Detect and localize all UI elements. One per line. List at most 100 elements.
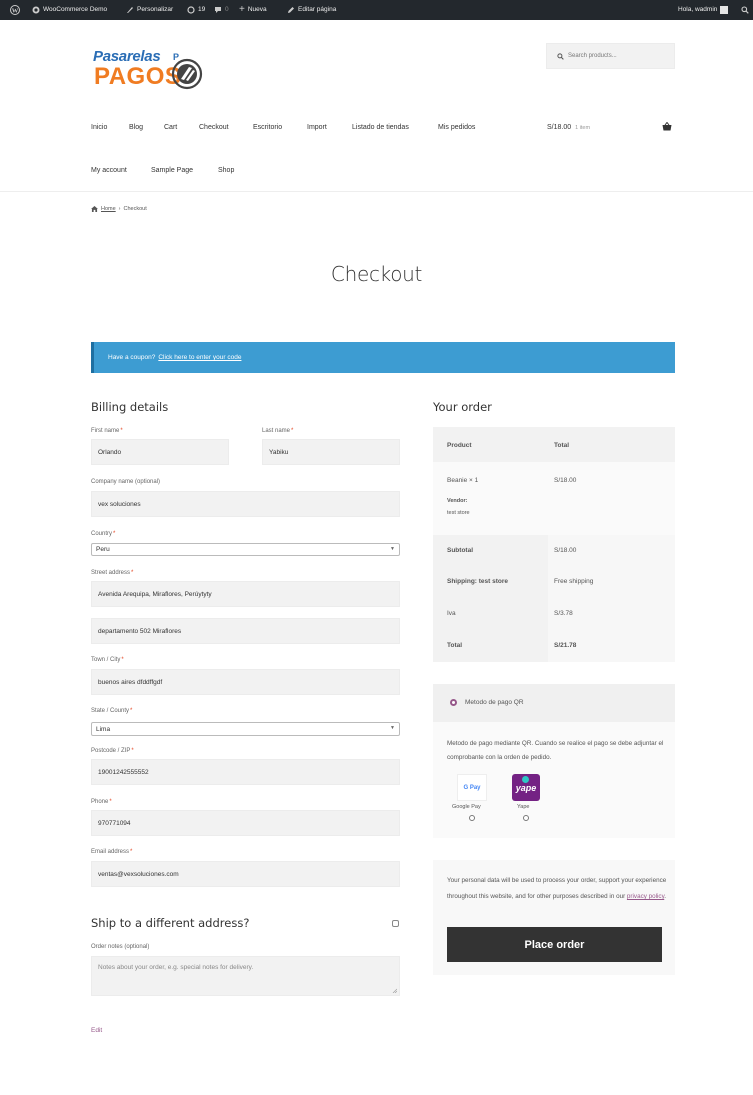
wordpress-logo-icon[interactable]: W <box>10 0 20 20</box>
nav-item-inicio[interactable]: Inicio <box>91 124 107 131</box>
required-mark: * <box>120 428 123 434</box>
updates-icon <box>187 6 195 14</box>
required-mark: * <box>291 428 294 434</box>
country-value: Peru <box>96 546 110 553</box>
street-address-2-field[interactable]: departamento 502 Miraflores <box>91 618 400 644</box>
header-cart-total[interactable]: S/18.00 1 item <box>547 124 590 131</box>
billing-heading: Billing details <box>91 400 169 414</box>
order-vendor-name: test store <box>447 510 470 516</box>
order-item-total: S/18.00 <box>554 477 577 484</box>
country-label-text: Country <box>91 531 113 537</box>
order-notes-label: Order notes (optional) <box>91 944 150 950</box>
shipping-value: Free shipping <box>554 578 594 585</box>
order-item-row <box>433 462 675 535</box>
yape-radio[interactable] <box>523 815 529 821</box>
total-label: Total <box>447 642 463 649</box>
payment-option-google-pay: Google Pay <box>452 804 481 810</box>
nav-item-mis-pedidos[interactable]: Mis pedidos <box>438 124 475 131</box>
admin-bar-customize[interactable]: Personalizar <box>126 0 173 20</box>
order-item-name: Beanie × 1 <box>447 477 479 484</box>
svg-text:W: W <box>12 7 19 14</box>
nav-item-shop[interactable]: Shop <box>218 167 234 174</box>
first-name-field[interactable]: Orlando <box>91 439 229 465</box>
email-field[interactable]: ventas@vexsoluciones.com <box>91 861 400 887</box>
order-notes-textarea[interactable]: Notes about your order, e.g. special not… <box>91 956 400 996</box>
admin-bar-greeting: Hola, wadmin <box>678 6 718 13</box>
admin-bar-account[interactable]: Hola, wadmin <box>678 0 729 20</box>
required-mark: * <box>109 799 112 805</box>
search-icon <box>557 52 564 60</box>
nav-item-my-account[interactable]: My account <box>91 167 127 174</box>
page-title: Checkout <box>330 262 423 286</box>
last-name-label-text: Last name <box>262 428 291 434</box>
google-pay-logo[interactable]: G Pay <box>457 774 487 801</box>
email-label-text: Email address <box>91 849 130 855</box>
admin-bar-updates[interactable]: 19 <box>187 0 205 20</box>
resize-handle-icon[interactable] <box>392 988 397 993</box>
brush-icon <box>127 7 133 13</box>
admin-bar-site[interactable]: WooCommerce Demo <box>32 0 107 20</box>
breadcrumb-separator: › <box>118 206 121 212</box>
nav-item-import[interactable]: Import <box>307 124 327 131</box>
chevron-down-icon: ▼ <box>390 546 395 552</box>
privacy-text-end: . <box>664 893 666 900</box>
nav-item-escritorio[interactable]: Escritorio <box>253 124 282 131</box>
total-value: S/21.78 <box>554 642 577 649</box>
required-mark: * <box>121 657 124 663</box>
google-pay-radio[interactable] <box>469 815 475 821</box>
payment-option-yape: Yape <box>517 804 530 810</box>
last-name-field[interactable]: Yabiku <box>262 439 400 465</box>
city-field[interactable]: buenos aires dfddffgdf <box>91 669 400 695</box>
radio-dot-inner <box>452 701 455 704</box>
coupon-link[interactable]: Click here to enter your code <box>158 354 241 361</box>
required-mark: * <box>131 748 134 754</box>
country-label: Country* <box>91 531 115 537</box>
google-pay-logo-text: G Pay <box>463 784 481 791</box>
site-logo[interactable]: Pasarelas P PAGOS <box>93 48 213 92</box>
yape-logo[interactable]: yape <box>512 774 540 801</box>
last-name-label: Last name* <box>262 428 293 434</box>
ship-different-checkbox[interactable] <box>392 920 399 927</box>
plus-icon: + <box>239 4 245 15</box>
nav-item-listado-de-tiendas[interactable]: Listado de tiendas <box>352 124 409 131</box>
first-name-label-text: First name <box>91 428 120 434</box>
admin-bar-edit-page[interactable]: Editar página <box>287 0 336 20</box>
home-icon <box>32 6 40 14</box>
coupon-text: Have a coupon? <box>108 354 156 361</box>
admin-bar-edit-page-label: Editar página <box>298 6 337 13</box>
phone-field[interactable]: 970771094 <box>91 810 400 836</box>
order-notes-placeholder: Notes about your order, e.g. special not… <box>98 964 254 971</box>
privacy-text: Your personal data will be used to proce… <box>447 873 669 905</box>
payment-description: Metodo de pago mediante QR. Cuando se re… <box>447 740 664 761</box>
country-select[interactable]: Peru ▼ <box>91 543 400 556</box>
payment-method-label: Metodo de pago QR <box>465 699 524 706</box>
company-field[interactable]: vex soluciones <box>91 491 400 517</box>
city-label: Town / City* <box>91 657 124 663</box>
admin-bar-new[interactable]: + Nueva <box>239 0 267 20</box>
nav-item-blog[interactable]: Blog <box>129 124 143 131</box>
phone-label-text: Phone <box>91 799 109 805</box>
yape-dot <box>522 776 529 783</box>
cart-amount: S/18.00 <box>547 124 572 131</box>
street-address-field[interactable]: Avenida Arequipa, Miraflores, Perúytyty <box>91 581 400 607</box>
nav-item-cart[interactable]: Cart <box>164 124 177 131</box>
order-vendor-label: Vendor: <box>447 498 468 504</box>
street-label-text: Street address <box>91 570 131 576</box>
state-select[interactable]: Lima ▼ <box>91 722 400 736</box>
logo-emblem-icon <box>171 58 203 90</box>
state-label: State / County* <box>91 708 132 714</box>
nav-item-checkout[interactable]: Checkout <box>199 124 229 131</box>
avatar <box>720 6 729 14</box>
admin-bar-comments[interactable]: 0 <box>214 0 229 20</box>
basket-icon[interactable] <box>662 122 672 131</box>
search-input[interactable]: Search products... <box>546 43 675 69</box>
postcode-field[interactable]: 19001242555552 <box>91 759 400 785</box>
privacy-policy-link[interactable]: privacy policy <box>627 893 664 900</box>
admin-bar-search-icon[interactable] <box>741 0 749 20</box>
postcode-label: Postcode / ZIP* <box>91 748 134 754</box>
edit-link[interactable]: Edit <box>91 1027 102 1034</box>
breadcrumb-home[interactable]: Home <box>101 206 116 212</box>
ship-different-heading: Ship to a different address? <box>91 916 250 930</box>
nav-item-sample-page[interactable]: Sample Page <box>151 167 193 174</box>
place-order-button[interactable]: Place order <box>447 927 662 962</box>
